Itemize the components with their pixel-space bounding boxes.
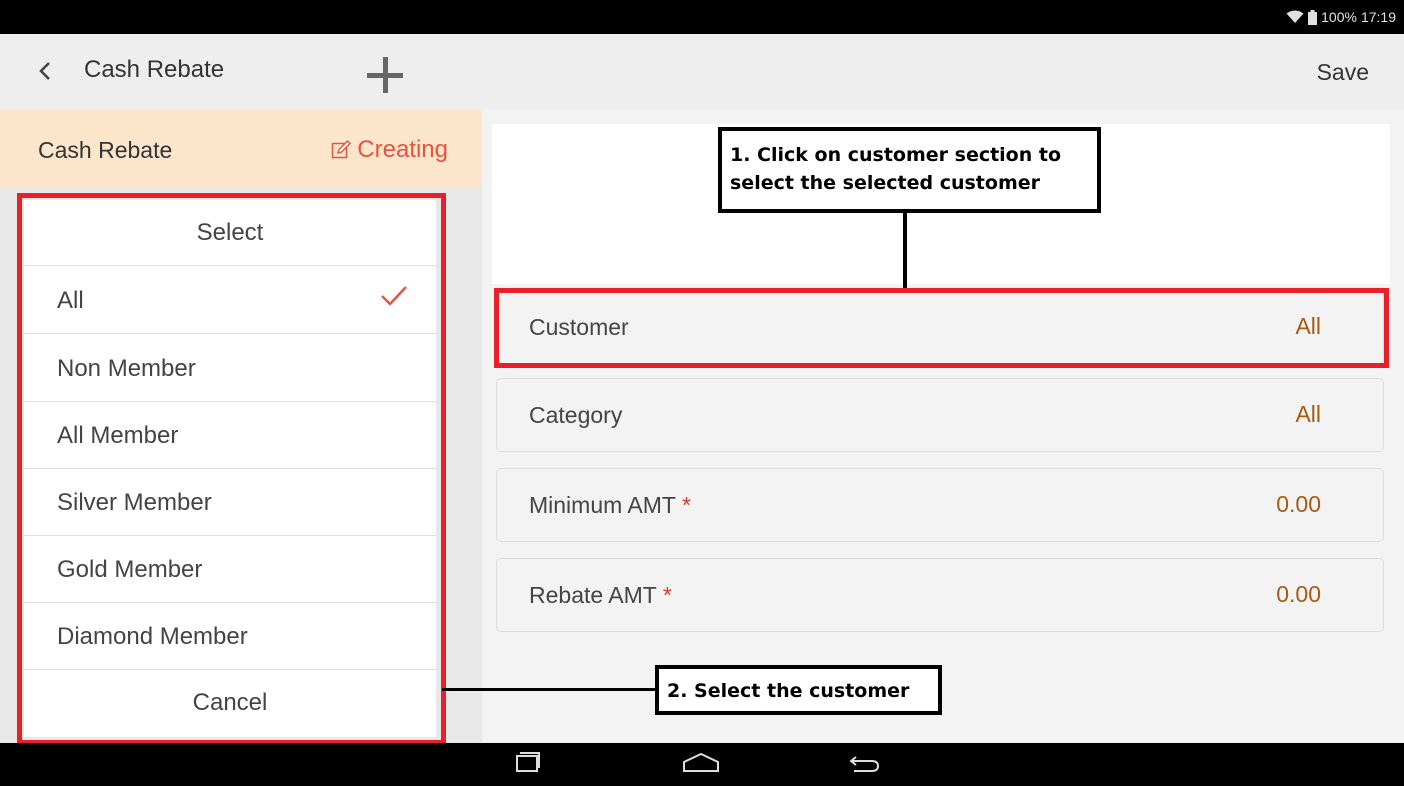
field-label: Rebate AMT xyxy=(529,582,657,608)
required-mark: * xyxy=(662,582,672,608)
clock: 17:19 xyxy=(1360,9,1396,25)
required-mark: * xyxy=(681,492,691,518)
navigation-bar xyxy=(0,743,1404,786)
annotation-step-1: 1. Click on customer section to select t… xyxy=(718,127,1101,213)
back-button[interactable] xyxy=(30,56,60,86)
annotation-step-2: 2. Select the customer xyxy=(655,665,942,715)
annotation-line: 1. Click on customer section to xyxy=(730,144,1062,166)
record-header[interactable]: Cash Rebate Creating xyxy=(0,110,482,188)
field-value: 0.00 xyxy=(1276,581,1321,607)
record-title: Cash Rebate xyxy=(38,137,173,163)
plus-icon xyxy=(367,57,403,93)
customer-highlight-frame xyxy=(494,288,1389,368)
battery-icon xyxy=(1308,9,1318,25)
status-bar: 100% 17:19 xyxy=(0,0,1404,34)
recents-button[interactable] xyxy=(512,751,542,782)
battery-percent: 100% xyxy=(1321,9,1357,25)
back-chevron-icon xyxy=(39,62,50,80)
annotation-line: select the selected customer xyxy=(730,172,1040,194)
field-label-wrap: Rebate AMT * xyxy=(529,582,672,609)
rebate-amt-field[interactable]: Rebate AMT * 0.00 xyxy=(496,558,1384,632)
home-button[interactable] xyxy=(681,751,721,782)
status-indicators: 100% 17:19 xyxy=(1286,9,1396,25)
annotation-connector xyxy=(442,688,656,691)
category-field[interactable]: Category All xyxy=(496,378,1384,452)
recents-icon xyxy=(516,752,540,772)
back-nav-icon xyxy=(849,756,880,772)
field-label: Category xyxy=(529,402,623,428)
field-label-wrap: Minimum AMT * xyxy=(529,492,691,519)
dialog-highlight-frame xyxy=(17,193,446,745)
status-text: Creating xyxy=(357,136,448,163)
page-title: Cash Rebate xyxy=(84,56,225,83)
back-nav-button[interactable] xyxy=(846,751,882,782)
field-label: Minimum AMT xyxy=(529,492,676,518)
wifi-icon xyxy=(1286,10,1304,24)
minimum-amt-field[interactable]: Minimum AMT * 0.00 xyxy=(496,468,1384,542)
field-value: All xyxy=(1295,401,1321,427)
action-bar: Cash Rebate Save xyxy=(0,34,1404,111)
annotation-connector xyxy=(903,213,907,288)
status-badge: Creating xyxy=(331,136,448,164)
save-button[interactable]: Save xyxy=(1317,59,1369,86)
edit-icon xyxy=(332,140,352,159)
add-button[interactable] xyxy=(362,52,408,98)
home-icon xyxy=(683,752,719,772)
field-value: 0.00 xyxy=(1276,491,1321,517)
